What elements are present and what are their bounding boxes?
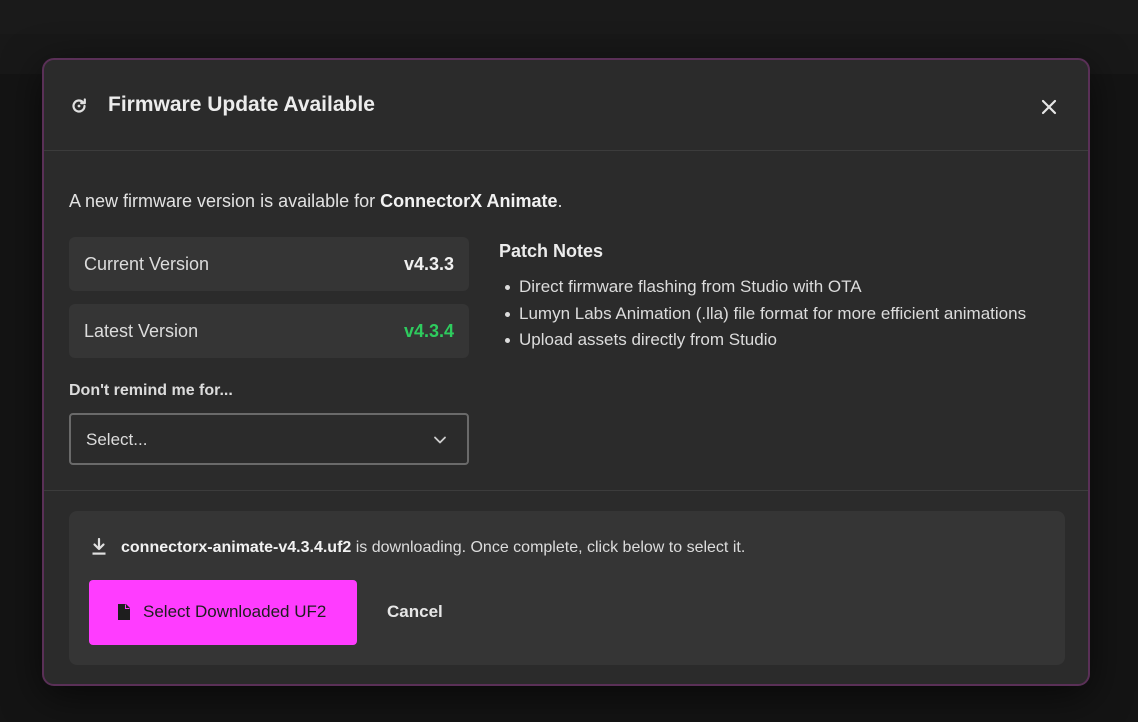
latest-version-value: v4.3.4 <box>403 321 454 341</box>
patch-notes-title: Patch Notes <box>499 241 604 261</box>
patch-note-item: Lumyn Labs Animation (.lla) file format … <box>499 301 1026 328</box>
current-version-label: Current Version <box>84 254 210 274</box>
latest-version-card: Latest Version v4.3.4 <box>69 304 469 358</box>
file-icon <box>118 604 130 620</box>
select-button-label: Select Downloaded UF2 <box>143 602 327 621</box>
current-version-value: v4.3.3 <box>403 254 454 274</box>
cancel-button[interactable]: Cancel <box>387 602 443 622</box>
download-status-text: connectorx-animate-v4.3.4.uf2 is downloa… <box>121 539 745 557</box>
patch-note-item: Upload assets directly from Studio <box>499 327 1026 354</box>
close-icon[interactable] <box>1040 98 1058 116</box>
remind-select[interactable]: Select... <box>69 413 469 465</box>
download-filename: connectorx-animate-v4.3.4.uf2 <box>121 539 352 556</box>
intro-suffix: . <box>557 191 563 211</box>
modal-title: Firmware Update Available <box>108 93 375 116</box>
remind-select-value: Select... <box>86 430 148 449</box>
patch-note-item: Direct firmware flashing from Studio wit… <box>499 274 1026 301</box>
intro-text: A new firmware version is available for … <box>69 191 563 212</box>
chevron-down-icon <box>434 436 446 444</box>
device-name: ConnectorX Animate <box>380 191 558 211</box>
patch-notes-list: Direct firmware flashing from Studio wit… <box>499 274 1026 354</box>
firmware-update-modal: Firmware Update Available A new firmware… <box>42 58 1090 686</box>
download-icon <box>92 538 106 555</box>
download-panel: connectorx-animate-v4.3.4.uf2 is downloa… <box>69 511 1065 665</box>
section-divider <box>44 490 1088 491</box>
modal-header: Firmware Update Available <box>44 60 1088 151</box>
latest-version-label: Latest Version <box>84 321 199 341</box>
current-version-card: Current Version v4.3.3 <box>69 237 469 291</box>
background-toolbar <box>0 0 1138 34</box>
select-downloaded-uf2-button[interactable]: Select Downloaded UF2 <box>89 580 357 645</box>
download-message: is downloading. Once complete, click bel… <box>351 539 746 556</box>
remind-label: Don't remind me for... <box>69 382 233 399</box>
refresh-icon <box>72 98 86 113</box>
intro-prefix: A new firmware version is available for <box>69 191 381 211</box>
